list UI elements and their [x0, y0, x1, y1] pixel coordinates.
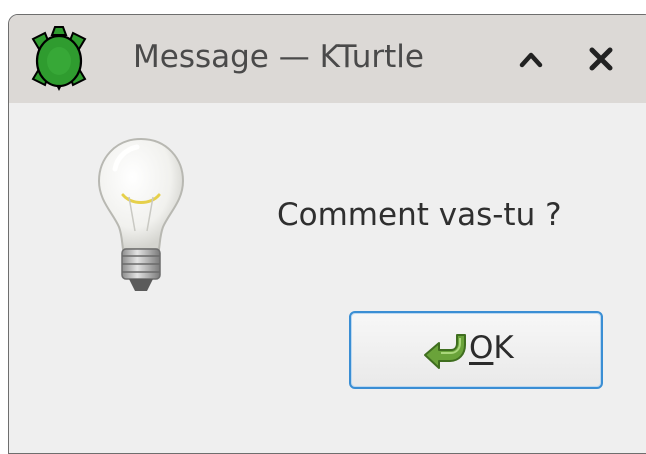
dialog-message: Comment vas-tu ?	[277, 197, 562, 233]
window-title: Message — KTurtle	[133, 39, 424, 75]
title-bar[interactable]: Message — KTurtle	[9, 15, 646, 103]
kturtle-turtle-icon	[25, 25, 93, 91]
ok-button[interactable]: OK	[349, 311, 603, 389]
close-icon	[581, 39, 621, 79]
ok-button-label: OK	[469, 330, 514, 366]
minimize-button[interactable]	[511, 39, 551, 79]
message-dialog-window: Message — KTurtle Comment vas-tu ? OK	[8, 14, 646, 454]
chevron-up-icon	[511, 39, 551, 79]
dialog-content: Comment vas-tu ? OK	[9, 103, 646, 453]
close-button[interactable]	[581, 39, 621, 79]
lightbulb-icon	[91, 135, 191, 300]
ok-arrow-icon	[423, 331, 467, 371]
